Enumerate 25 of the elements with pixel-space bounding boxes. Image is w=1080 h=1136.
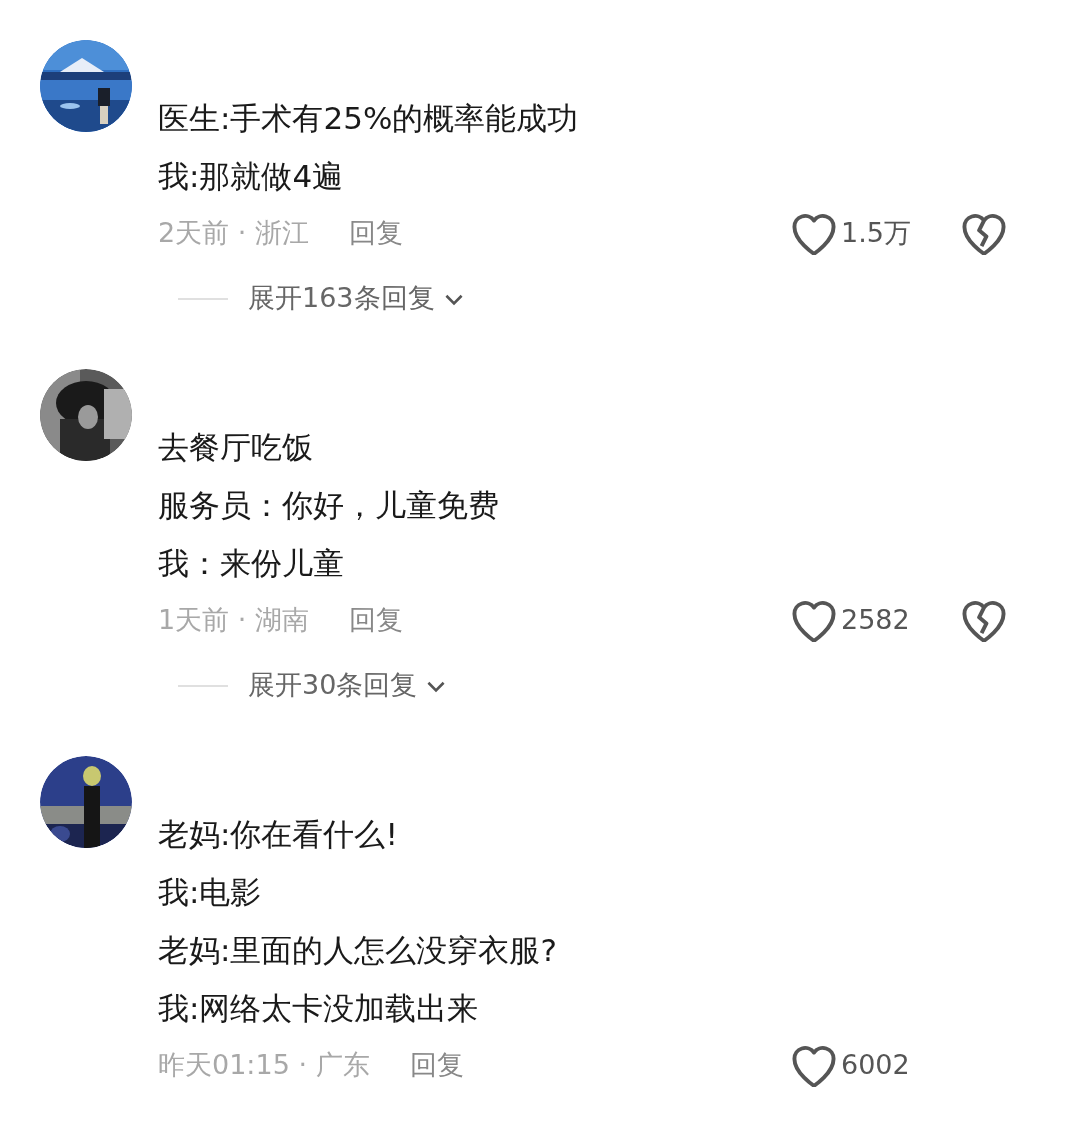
reply-button[interactable]: 回复 — [409, 1044, 464, 1086]
reply-button[interactable]: 回复 — [348, 212, 403, 254]
heart-icon[interactable] — [792, 598, 836, 642]
broken-heart-icon[interactable] — [962, 211, 1006, 255]
timestamp-location: 2天前 · 浙江 — [158, 216, 309, 250]
comment-text: 医生:手术有25%的概率能成功 — [158, 99, 580, 138]
timestamp-location: 昨天01:15 · 广东 — [158, 1048, 370, 1082]
comment-text: 我:网络太卡没加载出来 — [158, 989, 480, 1028]
like-count: 2582 — [841, 602, 910, 637]
comment-text: 去餐厅吃饭 — [158, 428, 314, 467]
expand-replies-button[interactable]: 展开163条回复 — [248, 278, 467, 319]
expand-replies-button[interactable]: 展开30条回复 — [248, 665, 450, 706]
timestamp-location: 1天前 · 湖南 — [158, 603, 309, 637]
heart-icon[interactable] — [792, 211, 836, 255]
comment-text: 老妈:里面的人怎么没穿衣服? — [158, 931, 558, 970]
comment-text: 老妈:你在看什么! — [158, 815, 399, 854]
heart-icon[interactable] — [792, 1043, 836, 1087]
like-count: 1.5万 — [841, 215, 911, 250]
reply-button[interactable]: 回复 — [348, 599, 403, 641]
comment-text: 服务员：你好，儿童免费 — [158, 486, 500, 525]
comment-text: 我：来份儿童 — [158, 544, 345, 583]
comment-text: 我:电影 — [158, 873, 263, 912]
broken-heart-icon[interactable] — [962, 598, 1006, 642]
like-count: 6002 — [841, 1047, 910, 1082]
comment-text: 我:那就做4遍 — [158, 157, 345, 196]
